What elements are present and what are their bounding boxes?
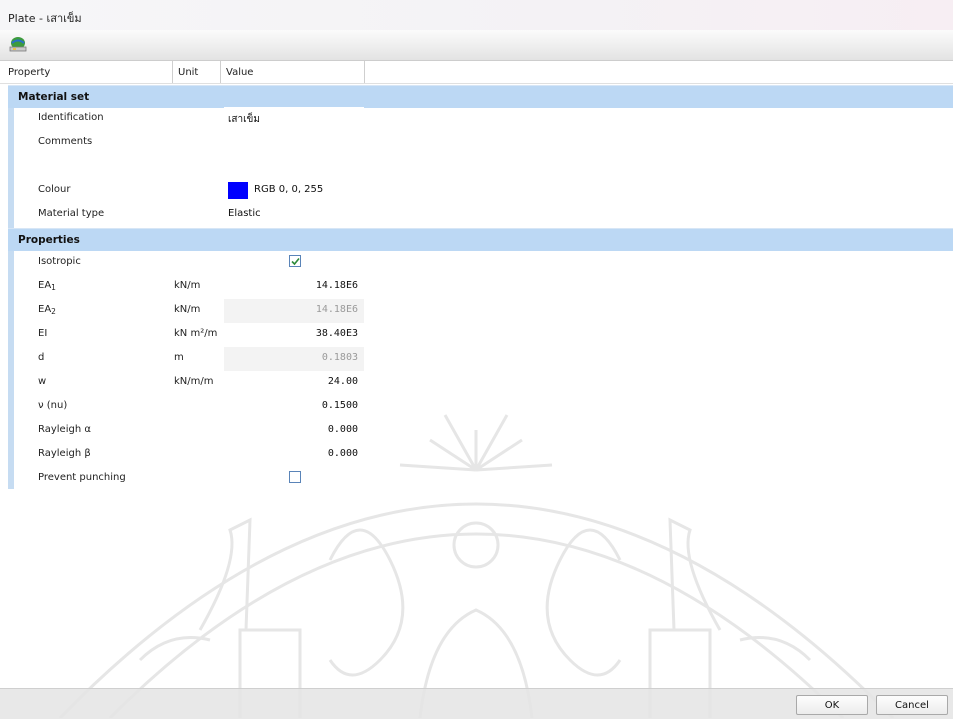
- value-column-header[interactable]: Value: [226, 67, 253, 78]
- material-set-icon[interactable]: [8, 35, 28, 53]
- row-rayleigh-beta[interactable]: Rayleigh β 0.000: [14, 443, 953, 467]
- rayleigh-beta-value: 0.000: [327, 448, 358, 459]
- rayleigh-alpha-field[interactable]: 0.000: [224, 419, 364, 443]
- cancel-button[interactable]: Cancel: [876, 695, 948, 715]
- ea1-value: 14.18E6: [315, 280, 358, 291]
- title-bar: Plate - เสาเข็ม: [0, 0, 953, 30]
- row-ei[interactable]: EI kN m²/m 38.40E3: [14, 323, 953, 347]
- w-value: 24.00: [327, 376, 358, 387]
- column-divider[interactable]: [364, 61, 365, 83]
- w-field[interactable]: 24.00: [224, 371, 364, 395]
- isotropic-checkbox[interactable]: [289, 255, 301, 267]
- property-name: EI: [38, 328, 48, 339]
- row-ea2[interactable]: EA2 kN/m 14.18E6: [14, 299, 953, 323]
- ea1-label: EA: [38, 280, 52, 291]
- colour-picker[interactable]: RGB 0, 0, 255: [224, 179, 364, 203]
- property-name: Comments: [38, 136, 93, 147]
- row-colour[interactable]: Colour RGB 0, 0, 255: [14, 179, 953, 203]
- unit-column-header[interactable]: Unit: [178, 67, 198, 78]
- row-isotropic[interactable]: Isotropic: [14, 251, 953, 275]
- value-cell[interactable]: เสาเข็ม: [224, 107, 364, 131]
- dialog-button-bar: OK Cancel: [0, 688, 953, 719]
- ei-value: 38.40E3: [315, 328, 358, 339]
- comments-field[interactable]: [224, 131, 364, 179]
- row-rayleigh-alpha[interactable]: Rayleigh α 0.000: [14, 419, 953, 443]
- property-name: Material type: [38, 208, 105, 219]
- rayleigh-alpha-value: 0.000: [327, 424, 358, 435]
- row-ea1[interactable]: EA1 kN/m 14.18E6: [14, 275, 953, 299]
- property-column-header[interactable]: Property: [8, 67, 50, 78]
- property-name: Colour: [38, 184, 71, 195]
- material-type-value: Elastic: [228, 208, 261, 219]
- property-name: EA2: [38, 304, 56, 316]
- ea2-field: 14.18E6: [224, 299, 364, 323]
- property-name: Rayleigh α: [38, 424, 91, 435]
- row-d[interactable]: d m 0.1803: [14, 347, 953, 371]
- property-unit: m: [174, 352, 184, 363]
- row-identification[interactable]: Identification เสาเข็ม: [14, 107, 953, 131]
- section-label: Properties: [18, 234, 80, 246]
- d-value: 0.1803: [321, 352, 358, 363]
- section-properties[interactable]: Properties: [8, 228, 953, 251]
- row-comments[interactable]: Comments: [14, 131, 953, 179]
- ea1-field[interactable]: 14.18E6: [224, 275, 364, 299]
- checkmark-icon: [291, 257, 300, 266]
- row-w[interactable]: w kN/m/m 24.00: [14, 371, 953, 395]
- row-material-type[interactable]: Material type Elastic: [14, 203, 953, 227]
- column-divider[interactable]: [220, 61, 221, 83]
- property-unit: kN m²/m: [174, 328, 218, 339]
- d-field: 0.1803: [224, 347, 364, 371]
- rayleigh-beta-field[interactable]: 0.000: [224, 443, 364, 467]
- window-title: Plate - เสาเข็ม: [8, 12, 82, 25]
- ea1-subscript: 1: [51, 283, 56, 292]
- nu-field[interactable]: 0.1500: [224, 395, 364, 419]
- material-type-select[interactable]: Elastic: [224, 203, 364, 227]
- ea2-label: EA: [38, 304, 52, 315]
- property-name: Identification: [38, 112, 104, 123]
- property-unit: kN/m/m: [174, 376, 214, 387]
- property-unit: kN/m: [174, 280, 201, 291]
- value-cell[interactable]: [224, 251, 364, 275]
- section-label: Material set: [18, 91, 90, 103]
- property-name: Prevent punching: [38, 472, 126, 483]
- property-name: EA1: [38, 280, 56, 292]
- property-name: w: [38, 376, 47, 387]
- property-name: Isotropic: [38, 256, 81, 267]
- row-nu[interactable]: ν (nu) 0.1500: [14, 395, 953, 419]
- property-unit: kN/m: [174, 304, 201, 315]
- value-cell[interactable]: [224, 467, 364, 491]
- ea2-value: 14.18E6: [315, 304, 358, 315]
- ok-button[interactable]: OK: [796, 695, 868, 715]
- identification-value: เสาเข็ม: [228, 114, 260, 125]
- property-name: Rayleigh β: [38, 448, 91, 459]
- property-name: ν (nu): [38, 400, 68, 411]
- grid-header: Property Unit Value: [0, 61, 953, 84]
- prevent-punching-checkbox[interactable]: [289, 471, 301, 483]
- row-prevent-punching[interactable]: Prevent punching: [14, 467, 953, 491]
- colour-swatch[interactable]: [228, 182, 248, 199]
- nu-value: 0.1500: [321, 400, 358, 411]
- ei-field[interactable]: 38.40E3: [224, 323, 364, 347]
- ea2-subscript: 2: [51, 307, 56, 316]
- section-material-set[interactable]: Material set: [8, 85, 953, 108]
- column-divider[interactable]: [172, 61, 173, 83]
- colour-value: RGB 0, 0, 255: [254, 184, 324, 195]
- toolbar: [0, 30, 953, 61]
- property-name: d: [38, 352, 45, 363]
